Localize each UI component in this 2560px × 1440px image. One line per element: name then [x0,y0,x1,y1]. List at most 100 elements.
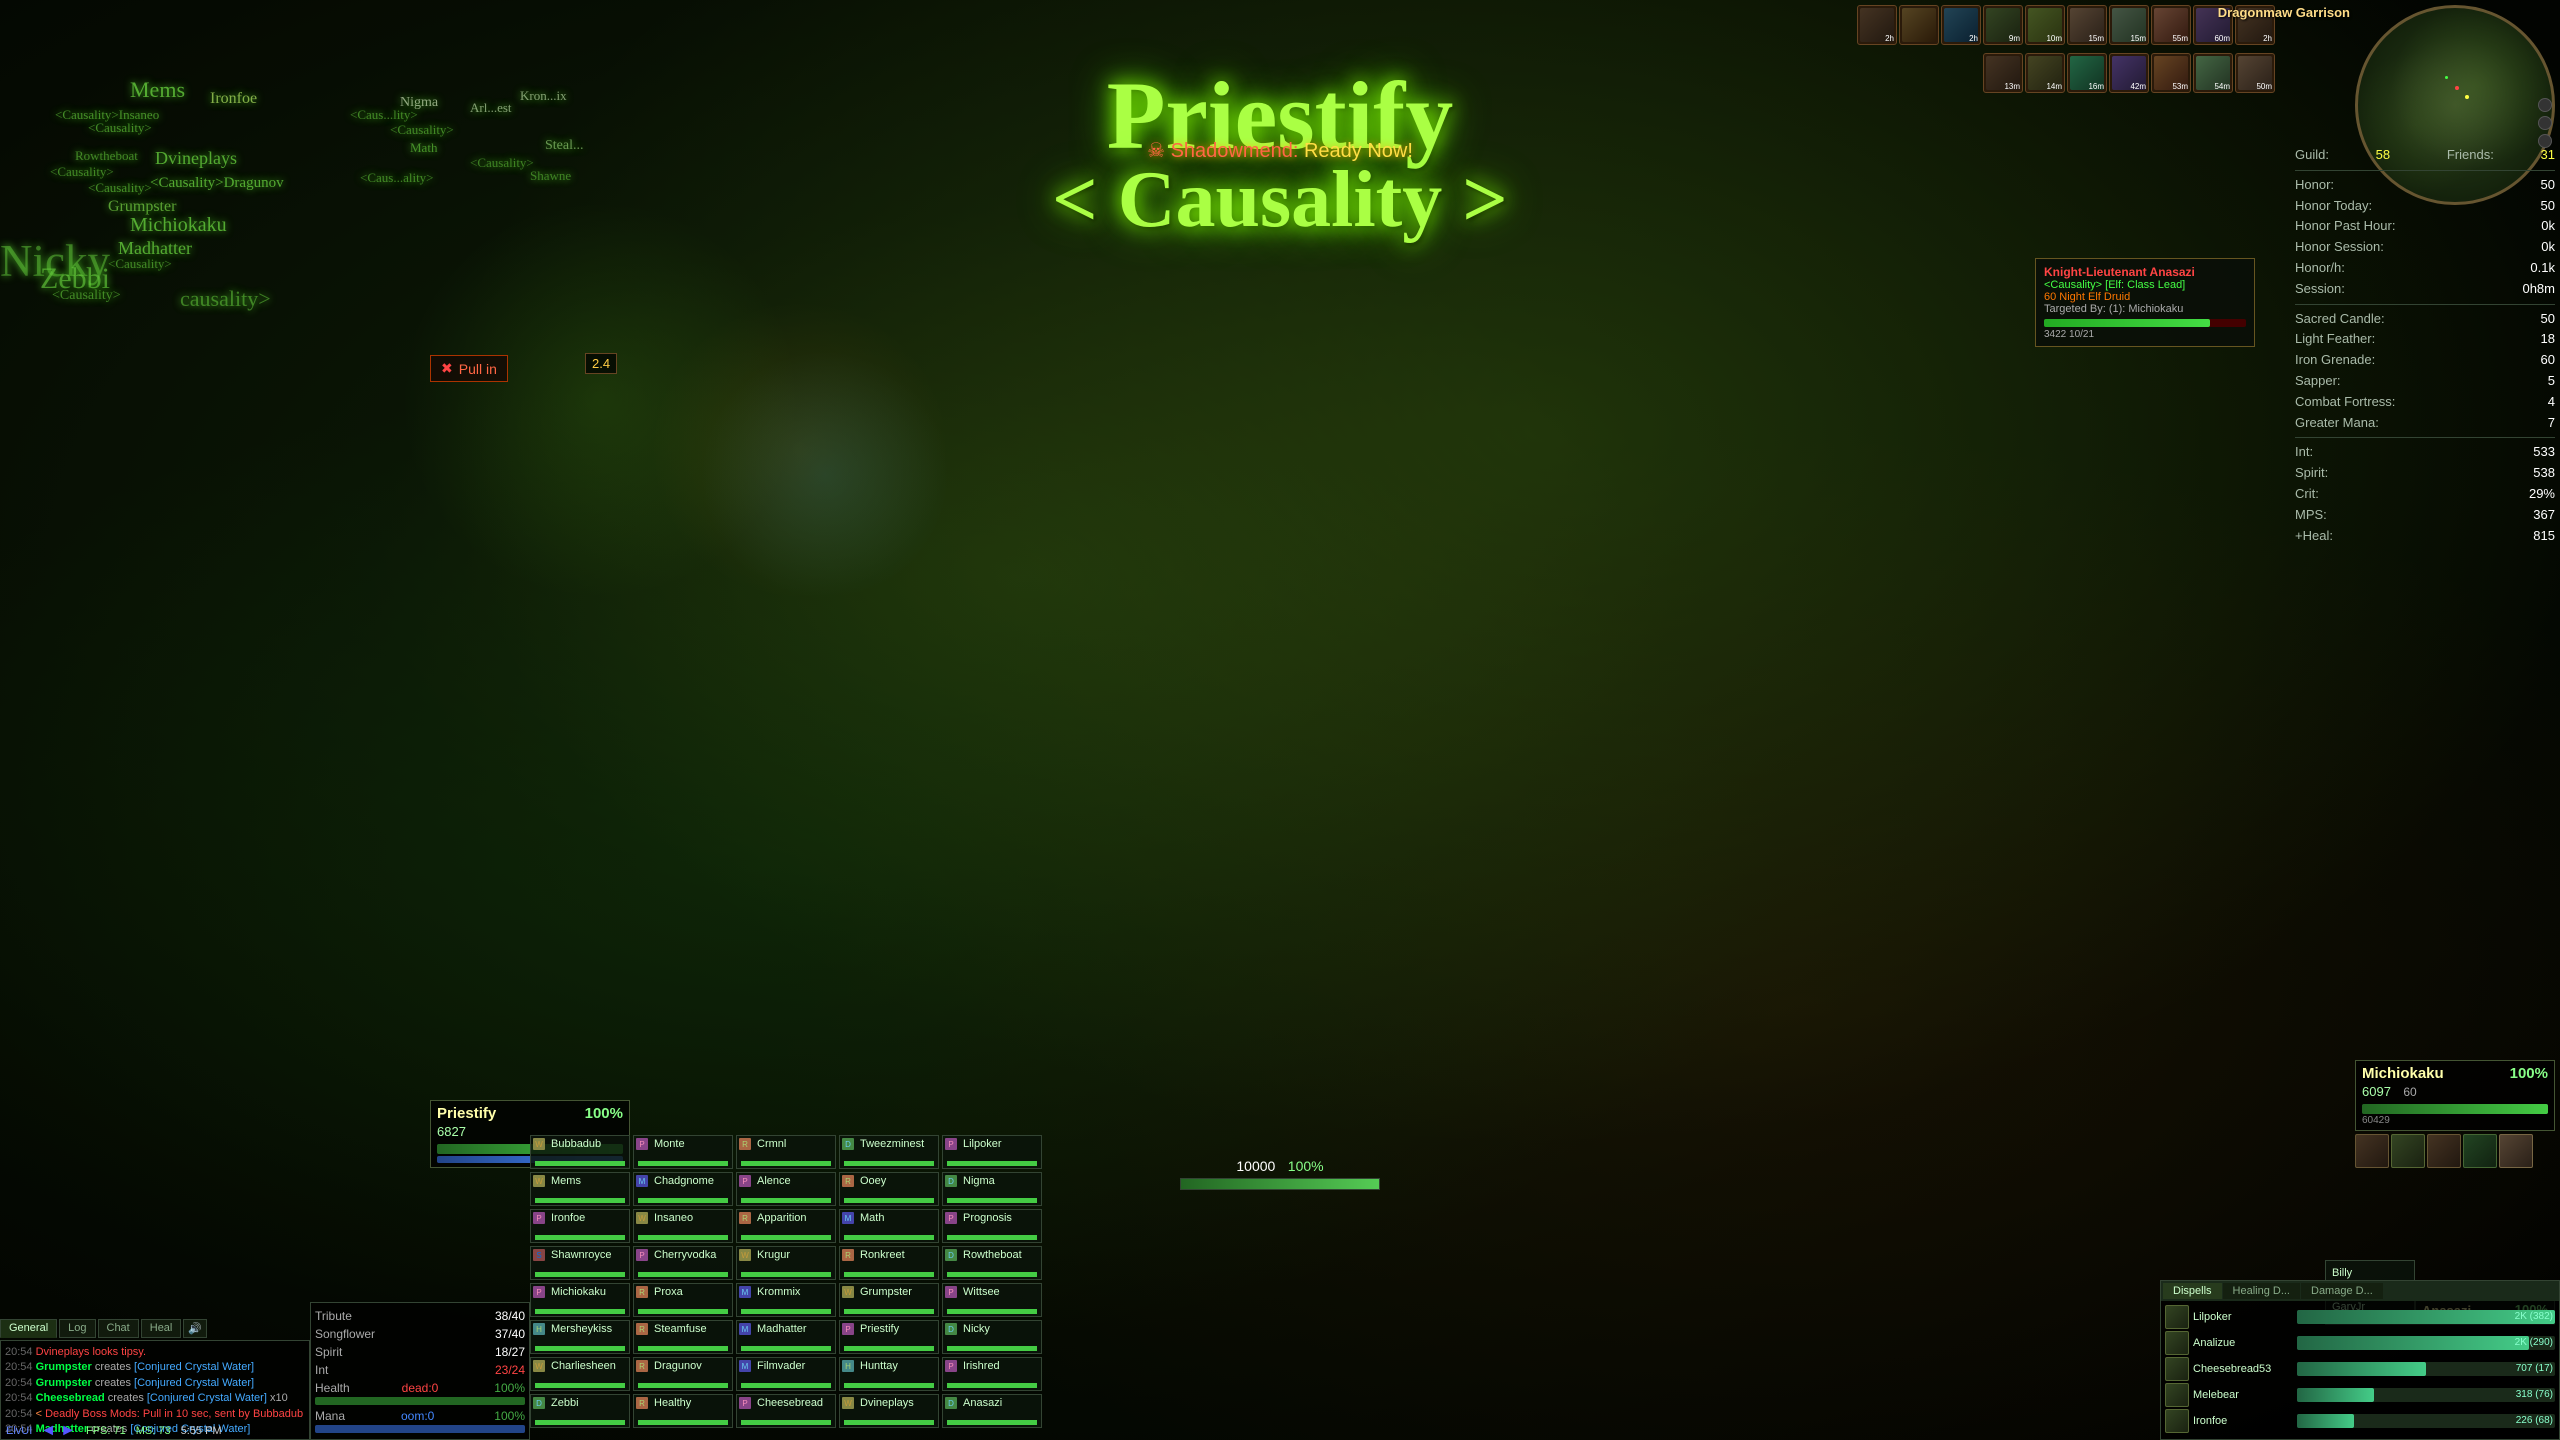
raid-member-irishred[interactable]: PIrishred [942,1357,1042,1391]
raid-member-krugur[interactable]: WKrugur [736,1246,836,1280]
buff-r2-5[interactable]: 53m [2151,53,2191,93]
heal-row-2: Cheesebread53707 (17) [2165,1357,2555,1381]
boss-buff-1[interactable]: 2h [1857,5,1897,45]
heal-tab-dispells[interactable]: Dispells [2163,1283,2222,1299]
raid-member-mems[interactable]: WMems [530,1172,630,1206]
raid-hp-fill-prognosis [947,1235,1037,1240]
raid-member-insaneo[interactable]: WInsaneo [633,1209,733,1243]
raid-member-dragunov[interactable]: RDragunov [633,1357,733,1391]
tab-log[interactable]: Log [59,1319,95,1338]
raid-hp-fill-madhatter [741,1346,831,1351]
raid-member-nigma[interactable]: DNigma [942,1172,1042,1206]
status-bar: ElvUI ◄ ► FPS: 71 MS: 73 5:55 PM [0,1422,2560,1440]
nav-prev-icon[interactable]: ◄ [40,1422,56,1440]
raid-member-nicky[interactable]: DNicky [942,1320,1042,1354]
raid-hp-fill-alence [741,1198,831,1203]
raid-member-chadgnome[interactable]: MChadgnome [633,1172,733,1206]
boss-buff-7[interactable]: 15m [2109,5,2149,45]
raid-member-math[interactable]: MMath [839,1209,939,1243]
boss-buff-icon-3[interactable] [2427,1134,2461,1168]
heal-tab-healing[interactable]: Healing D... [2223,1283,2300,1299]
buff-r2-1[interactable]: 13m [1983,53,2023,93]
raid-member-ironfoe[interactable]: PIronfoe [530,1209,630,1243]
ready-now-text: ☠ Shadowmend: Ready Now! [1147,138,1413,163]
minimap-zoom-in[interactable] [2538,98,2552,112]
raid-member-ooey[interactable]: ROoey [839,1172,939,1206]
boss-buff-3[interactable]: 2h [1941,5,1981,45]
buff-r2-6[interactable]: 54m [2193,53,2233,93]
billy-name: Billy [2332,1267,2352,1279]
boss-buff-6[interactable]: 15m [2067,5,2107,45]
raid-member-alence[interactable]: PAlence [736,1172,836,1206]
raid-member-madhatter[interactable]: MMadhatter [736,1320,836,1354]
honor-past-hour-val: 0k [2541,216,2555,237]
boss-hp-num: 6097 [2362,1084,2391,1099]
raid-name-nigma: Nigma [947,1175,1037,1187]
raid-member-mersheykiss[interactable]: HMersheykiss [530,1320,630,1354]
raid-member-shawnroyce[interactable]: SShawnroyce [530,1246,630,1280]
raid-member-grumpster[interactable]: WGrumpster [839,1283,939,1317]
boss-buff-2[interactable] [1899,5,1939,45]
pull-in-button[interactable]: ✖ Pull in [430,355,508,382]
raid-member-charliesheen[interactable]: WCharliesheen [530,1357,630,1391]
minimap-zoom-out[interactable] [2538,116,2552,130]
boss-hp-fill [2362,1104,2548,1114]
chat-volume-btn[interactable]: 🔊 [183,1319,207,1338]
raid-class-icon-dvineplays: W [842,1397,854,1409]
raid-member-krommix[interactable]: MKrommix [736,1283,836,1317]
buff-r2-4[interactable]: 42m [2109,53,2149,93]
target-targeted-by: Targeted By: (1): Michiokaku [2044,303,2246,315]
raid-member-prognosis[interactable]: PPrognosis [942,1209,1042,1243]
raid-member-monte[interactable]: PMonte [633,1135,733,1169]
boss-buff-icon-5[interactable] [2499,1134,2533,1168]
chat-tabs: General Log Chat Heal 🔊 [0,1319,310,1338]
mps-val: 367 [2533,505,2555,526]
tab-general[interactable]: General [0,1319,57,1338]
raid-member-ronkreet[interactable]: RRonkreet [839,1246,939,1280]
raid-member-tweezminest[interactable]: DTweezminest [839,1135,939,1169]
boss-buff-5[interactable]: 10m [2025,5,2065,45]
raid-member-apparition[interactable]: RApparition [736,1209,836,1243]
raid-hp-bar-michiokaku [535,1309,625,1314]
raid-member-hunttay[interactable]: HHunttay [839,1357,939,1391]
chat-time-2: 20:54 [5,1361,33,1373]
stats-panel: Guild: 58 Friends: 31 Honor:50 Honor Tod… [2295,145,2555,546]
honor-session-val: 0k [2541,237,2555,258]
raid-class-icon-hunttay: H [842,1360,854,1372]
tab-chat[interactable]: Chat [98,1319,139,1338]
raid-class-icon-michiokaku: P [533,1286,545,1298]
raid-member-lilpoker[interactable]: PLilpoker [942,1135,1042,1169]
raid-member-filmvader[interactable]: MFilmvader [736,1357,836,1391]
health-mini-bar [315,1397,525,1405]
chat-item-4: [Conjured Crystal Water] [147,1392,267,1404]
boss-buff-icon-4[interactable] [2463,1134,2497,1168]
buff-r2-3[interactable]: 16m [2067,53,2107,93]
raid-member-steamfuse[interactable]: RSteamfuse [633,1320,733,1354]
raid-hp-bar-ooey [844,1198,934,1203]
boss-buff-icon-2[interactable] [2391,1134,2425,1168]
chat-line-4: 20:54 Cheesebread creates [Conjured Crys… [5,1391,305,1406]
raid-member-proxa[interactable]: RProxa [633,1283,733,1317]
raid-member-bubbadub[interactable]: WBubbadub [530,1135,630,1169]
raid-member-wittsee[interactable]: PWittsee [942,1283,1042,1317]
raid-member-michiokaku[interactable]: PMichiokaku [530,1283,630,1317]
raid-member-crmnl[interactable]: RCrmnl [736,1135,836,1169]
raid-member-priestify[interactable]: PPriestify [839,1320,939,1354]
boss-buff-4[interactable]: 9m [1983,5,2023,45]
raid-member-cherryvodka[interactable]: PCherryvodka [633,1246,733,1280]
nav-next-icon[interactable]: ► [60,1422,76,1440]
boss-center-hp-pct: 100% [1288,1158,1324,1174]
raid-hp-bar-filmvader [741,1383,831,1388]
tab-heal[interactable]: Heal [141,1319,182,1338]
buff-r2-2[interactable]: 14m [2025,53,2065,93]
heal-tab-damage[interactable]: Damage D... [2301,1283,2383,1299]
raid-hp-fill-dragunov [638,1383,728,1388]
raid-hp-bar-bubbadub [535,1161,625,1166]
raid-hp-bar-grumpster [844,1309,934,1314]
boss-buff-8[interactable]: 55m [2151,5,2191,45]
buff-r2-7[interactable]: 50m [2235,53,2275,93]
pull-in-icon: ✖ [441,360,453,377]
raid-member-rowtheboat[interactable]: DRowtheboat [942,1246,1042,1280]
boss-buff-icon-1[interactable] [2355,1134,2389,1168]
pull-in-label: Pull in [459,361,497,377]
